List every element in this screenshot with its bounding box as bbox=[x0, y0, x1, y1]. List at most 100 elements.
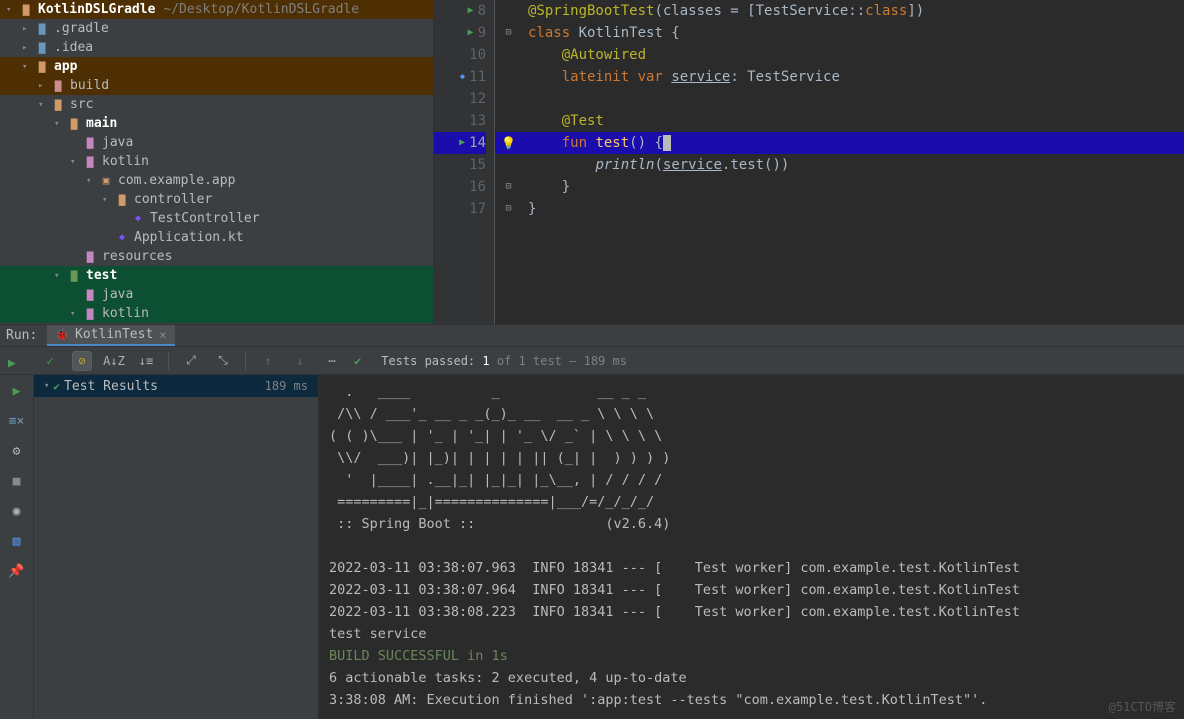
code-line-8[interactable]: @SpringBootTest(classes = [TestService::… bbox=[522, 0, 1184, 22]
fold-margin-line[interactable] bbox=[495, 0, 522, 22]
fold-margin-line[interactable]: ⊟ bbox=[495, 22, 522, 44]
rerun-icon[interactable]: ▶ bbox=[7, 381, 27, 401]
run-gutter-icon[interactable]: ▶ bbox=[468, 0, 474, 22]
code-line-9[interactable]: class KotlinTest { bbox=[522, 22, 1184, 44]
gutter-line-10[interactable]: 10 bbox=[434, 44, 486, 66]
chevron-down-icon[interactable]: ▾ bbox=[22, 62, 34, 72]
chevron-right-icon[interactable]: ▸ bbox=[22, 24, 34, 34]
tree-item-application-kt[interactable]: ◆Application.kt bbox=[0, 228, 433, 247]
tree-item-kotlindslgradle[interactable]: ▾▇KotlinDSLGradle~/Desktop/KotlinDSLGrad… bbox=[0, 0, 433, 19]
chevron-down-icon[interactable]: ▾ bbox=[86, 176, 98, 186]
test-results-tree[interactable]: ▾ ✔ Test Results 189 ms bbox=[34, 375, 319, 719]
show-icon[interactable]: ◉ bbox=[7, 501, 27, 521]
chevron-down-icon[interactable]: ▾ bbox=[70, 157, 82, 167]
rerun-top-icon[interactable]: ▶ bbox=[8, 356, 16, 371]
chevron-down-icon[interactable]: ▾ bbox=[54, 271, 66, 281]
tree-item-controller[interactable]: ▾▇controller bbox=[0, 190, 433, 209]
fold-icon[interactable]: ⊟ bbox=[505, 198, 511, 220]
chevron-right-icon[interactable]: ▸ bbox=[22, 43, 34, 53]
chevron-down-icon[interactable]: ▾ bbox=[102, 195, 114, 205]
prev-test-icon[interactable]: ↑ bbox=[258, 351, 278, 371]
fold-margin-line[interactable]: ⊟ bbox=[495, 198, 522, 220]
tree-item-resources[interactable]: ▇resources bbox=[0, 247, 433, 266]
code-line-13[interactable]: @Test bbox=[522, 110, 1184, 132]
code-editor[interactable]: ▶8▶910◆111213▶14151617 ⊟💡⊟⊟ @SpringBootT… bbox=[434, 0, 1184, 324]
sort-icon[interactable]: A↓Z bbox=[104, 351, 124, 371]
fold-margin-line[interactable] bbox=[495, 66, 522, 88]
tree-item-label: app bbox=[54, 59, 77, 74]
tree-item-label: main bbox=[86, 116, 117, 131]
run-gutter-icon[interactable]: ▶ bbox=[468, 22, 474, 44]
code-line-15[interactable]: println(service.test()) bbox=[522, 154, 1184, 176]
sort-duration-icon[interactable]: ↓≡ bbox=[136, 351, 156, 371]
fold-margin-line[interactable] bbox=[495, 154, 522, 176]
tree-item-src[interactable]: ▾▇src bbox=[0, 95, 433, 114]
folder-icon: ▇ bbox=[66, 116, 82, 132]
project-tree[interactable]: ▾▇KotlinDSLGradle~/Desktop/KotlinDSLGrad… bbox=[0, 0, 434, 324]
pin-icon[interactable]: 📌 bbox=[7, 561, 27, 581]
test-results-label: Test Results bbox=[64, 379, 265, 394]
run-tab[interactable]: 🐞 KotlinTest × bbox=[47, 325, 174, 346]
tree-item-kotlin[interactable]: ▾▇kotlin bbox=[0, 152, 433, 171]
layout-icon[interactable]: ▧ bbox=[7, 531, 27, 551]
fold-margin-line[interactable] bbox=[495, 88, 522, 110]
tree-item-build[interactable]: ▸▇build bbox=[0, 76, 433, 95]
code-line-16[interactable]: } bbox=[522, 176, 1184, 198]
chevron-down-icon[interactable]: ▾ bbox=[54, 119, 66, 129]
tree-item--idea[interactable]: ▸▇.idea bbox=[0, 38, 433, 57]
gutter-line-9[interactable]: ▶9 bbox=[434, 22, 486, 44]
more-icon[interactable]: ⋯ bbox=[322, 351, 342, 371]
chevron-down-icon[interactable]: ▾ bbox=[6, 5, 18, 15]
stop-icon[interactable]: ■ bbox=[7, 471, 27, 491]
rerun-failed-icon[interactable]: ≡× bbox=[7, 411, 27, 431]
expand-all-icon[interactable]: ⤢ bbox=[181, 351, 201, 371]
gutter-line-13[interactable]: 13 bbox=[434, 110, 486, 132]
code-line-17[interactable]: } bbox=[522, 198, 1184, 220]
tree-item-main[interactable]: ▾▇ main bbox=[0, 114, 433, 133]
code-line-14[interactable]: fun test() { bbox=[522, 132, 1184, 154]
toggle-autotest-icon[interactable]: ⚙ bbox=[7, 441, 27, 461]
tree-item-test[interactable]: ▾▇test bbox=[0, 266, 433, 285]
show-passed-icon[interactable]: ✓ bbox=[40, 351, 60, 371]
folder-icon: ▇ bbox=[50, 78, 66, 94]
run-tab-label: KotlinTest bbox=[75, 327, 153, 342]
fold-margin-line[interactable] bbox=[495, 110, 522, 132]
code-line-11[interactable]: lateinit var service: TestService bbox=[522, 66, 1184, 88]
console-output[interactable]: . ____ _ __ _ _ /\\ / ___'_ __ _ _(_)_ _… bbox=[319, 375, 1184, 719]
tree-item-label: Application.kt bbox=[134, 230, 244, 245]
fold-icon[interactable]: ⊟ bbox=[505, 176, 511, 198]
tree-item-com-example-app[interactable]: ▾▣com.example.app bbox=[0, 171, 433, 190]
gutter-line-14[interactable]: ▶14 bbox=[434, 132, 486, 154]
code-line-10[interactable]: @Autowired bbox=[522, 44, 1184, 66]
fold-margin-line[interactable] bbox=[495, 44, 522, 66]
gutter-line-17[interactable]: 17 bbox=[434, 198, 486, 220]
gutter-line-11[interactable]: ◆11 bbox=[434, 66, 486, 88]
gutter-line-12[interactable]: 12 bbox=[434, 88, 486, 110]
intention-bulb-icon[interactable]: 💡 bbox=[501, 132, 516, 154]
tree-item-testcontroller[interactable]: ◆TestController bbox=[0, 209, 433, 228]
fold-margin-line[interactable]: 💡 bbox=[495, 132, 522, 154]
editor-code-area[interactable]: @SpringBootTest(classes = [TestService::… bbox=[522, 0, 1184, 324]
collapse-all-icon[interactable]: ⤡ bbox=[213, 351, 233, 371]
fold-icon[interactable]: ⊟ bbox=[505, 22, 511, 44]
chevron-down-icon[interactable]: ▾ bbox=[38, 100, 50, 110]
fold-margin-line[interactable]: ⊟ bbox=[495, 176, 522, 198]
editor-fold-margin[interactable]: ⊟💡⊟⊟ bbox=[494, 0, 522, 324]
code-line-12[interactable] bbox=[522, 88, 1184, 110]
tree-item-java[interactable]: ▇java bbox=[0, 133, 433, 152]
chevron-down-icon[interactable]: ▾ bbox=[44, 381, 49, 391]
show-ignored-icon[interactable]: ⊘ bbox=[72, 351, 92, 371]
chevron-right-icon[interactable]: ▸ bbox=[38, 81, 50, 91]
next-test-icon[interactable]: ↓ bbox=[290, 351, 310, 371]
close-icon[interactable]: × bbox=[159, 328, 166, 342]
tree-item--gradle[interactable]: ▸▇.gradle bbox=[0, 19, 433, 38]
gutter-line-8[interactable]: ▶8 bbox=[434, 0, 486, 22]
tree-item-java[interactable]: ▇java bbox=[0, 285, 433, 304]
chevron-down-icon[interactable]: ▾ bbox=[70, 309, 82, 319]
gutter-line-16[interactable]: 16 bbox=[434, 176, 486, 198]
tree-item-app[interactable]: ▾▇app bbox=[0, 57, 433, 76]
run-gutter-icon[interactable]: ▶ bbox=[459, 132, 465, 154]
test-results-root[interactable]: ▾ ✔ Test Results 189 ms bbox=[34, 375, 318, 397]
tree-item-kotlin[interactable]: ▾▇kotlin bbox=[0, 304, 433, 323]
gutter-line-15[interactable]: 15 bbox=[434, 154, 486, 176]
